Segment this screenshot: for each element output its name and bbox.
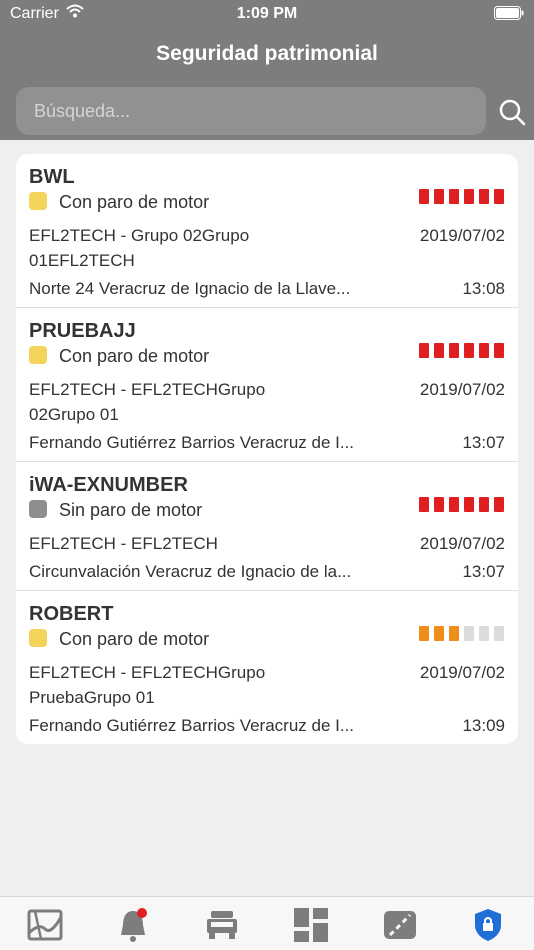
signal-bar xyxy=(494,343,504,358)
vehicle-group: EFL2TECH - EFL2TECHGrupo PruebaGrupo 01 xyxy=(29,663,266,707)
signal-bar xyxy=(494,626,504,641)
status-dot xyxy=(29,346,47,364)
signal-bar xyxy=(419,343,429,358)
vehicle-address: Circunvalación Veracruz de Ignacio de la… xyxy=(29,562,352,581)
clock: 1:09 PM xyxy=(236,5,298,22)
report-time: 13:07 xyxy=(462,433,505,452)
signal-indicator xyxy=(419,497,504,512)
battery-icon xyxy=(494,6,524,20)
vehicle-group: EFL2TECH - Grupo 02Grupo 01EFL2TECH xyxy=(29,226,250,270)
list-item[interactable]: PRUEBAJJ Con paro de motor EFL2TECH - EF… xyxy=(16,308,518,462)
signal-bar xyxy=(479,626,489,641)
signal-bar xyxy=(464,189,474,204)
page-title: Seguridad patrimonial xyxy=(156,42,378,65)
signal-bar xyxy=(434,626,444,641)
signal-bar xyxy=(479,497,489,512)
vehicle-name: BWL xyxy=(29,166,75,188)
report-time: 13:07 xyxy=(462,562,505,581)
signal-bar xyxy=(464,626,474,641)
engine-status: Con paro de motor xyxy=(59,192,210,212)
list-item[interactable]: ROBERT Con paro de motor EFL2TECH - EFL2… xyxy=(16,591,518,744)
status-dot xyxy=(29,192,47,210)
report-time: 13:09 xyxy=(462,716,505,735)
bell-icon[interactable] xyxy=(113,905,153,945)
report-date: 2019/07/02 xyxy=(419,534,505,553)
signal-indicator xyxy=(419,343,504,358)
report-date: 2019/07/02 xyxy=(419,380,505,399)
engine-status: Sin paro de motor xyxy=(59,500,203,520)
signal-bar xyxy=(464,343,474,358)
map-icon[interactable] xyxy=(25,905,65,945)
vehicle-name: iWA-EXNUMBER xyxy=(29,474,188,496)
truck-icon[interactable] xyxy=(202,905,242,945)
header: Carrier 1:09 PM Seguridad patrimonial xyxy=(0,0,534,140)
signal-bar xyxy=(419,497,429,512)
signal-bar xyxy=(494,497,504,512)
vehicle-address: Fernando Gutiérrez Barrios Veracruz de I… xyxy=(29,433,355,452)
report-date: 2019/07/02 xyxy=(419,226,505,245)
signal-bar xyxy=(434,189,444,204)
status-dot xyxy=(29,629,47,647)
vehicle-name: PRUEBAJJ xyxy=(29,320,136,342)
signal-bar xyxy=(434,343,444,358)
signal-bar xyxy=(449,343,459,358)
tab-bar xyxy=(0,896,534,950)
signal-bar xyxy=(449,189,459,204)
road-icon[interactable] xyxy=(380,905,420,945)
signal-bar xyxy=(419,626,429,641)
notification-badge xyxy=(137,908,147,918)
vehicle-name: ROBERT xyxy=(29,603,114,625)
signal-bar xyxy=(479,189,489,204)
search-icon[interactable] xyxy=(496,96,528,128)
signal-indicator xyxy=(419,626,504,641)
vehicle-address: Norte 24 Veracruz de Ignacio de la Llave… xyxy=(29,279,351,298)
signal-bar xyxy=(434,497,444,512)
list-item[interactable]: BWL Con paro de motor EFL2TECH - Grupo 0… xyxy=(16,154,518,308)
engine-status: Con paro de motor xyxy=(59,629,210,649)
vehicle-group: EFL2TECH - EFL2TECH xyxy=(29,534,218,553)
signal-indicator xyxy=(419,189,504,204)
report-time: 13:08 xyxy=(462,279,505,298)
vehicle-list: BWL Con paro de motor EFL2TECH - Grupo 0… xyxy=(16,154,518,744)
vehicle-address: Fernando Gutiérrez Barrios Veracruz de I… xyxy=(29,716,355,735)
shield-lock-icon[interactable] xyxy=(468,905,508,945)
list-item[interactable]: iWA-EXNUMBER Sin paro de motor EFL2TECH … xyxy=(16,462,518,591)
report-date: 2019/07/02 xyxy=(419,663,505,682)
dashboard-icon[interactable] xyxy=(291,905,331,945)
signal-bar xyxy=(494,189,504,204)
signal-bar xyxy=(449,497,459,512)
signal-bar xyxy=(479,343,489,358)
signal-bar xyxy=(464,497,474,512)
vehicle-group: EFL2TECH - EFL2TECHGrupo 02Grupo 01 xyxy=(29,380,266,424)
status-dot xyxy=(29,500,47,518)
status-bar: Carrier 1:09 PM xyxy=(0,0,534,30)
signal-bar xyxy=(449,626,459,641)
search-input[interactable] xyxy=(16,87,486,135)
engine-status: Con paro de motor xyxy=(59,346,210,366)
signal-bar xyxy=(419,189,429,204)
